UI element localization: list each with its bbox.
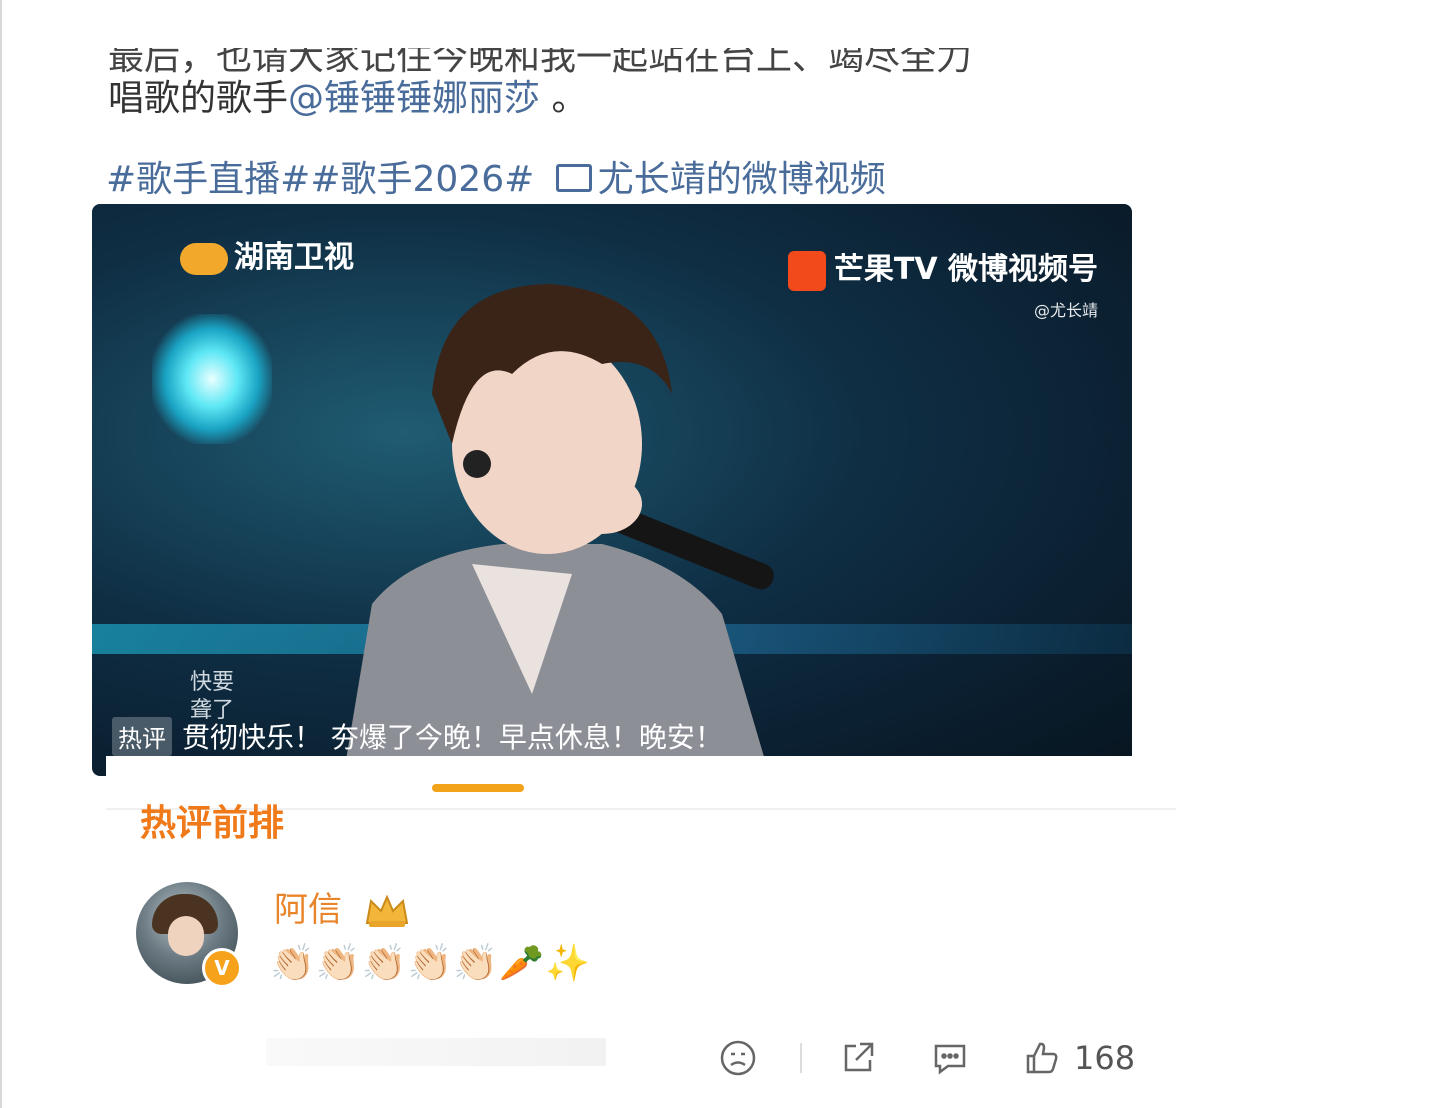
username-text: 阿信 [274,890,342,930]
verified-v-icon: V [202,948,242,988]
faded-meta [266,1038,606,1066]
post-text-prefix: 唱歌的歌手 [108,78,289,119]
channel-logo: 湖南卫视 [180,232,354,276]
comment-bubble-icon [934,1044,966,1075]
brand-handle: @尤长靖 [1033,300,1098,320]
comment-text: 👏🏻👏🏻👏🏻👏🏻👏🏻🥕✨ [270,943,591,984]
hashtag-line: #歌手直播##歌手2026# 尤长靖的微博视频 [106,150,886,202]
comment-actions: 168 [718,1034,1135,1082]
crown-badge-icon [365,893,409,927]
stage-spotlight [152,314,272,444]
video-link[interactable]: 尤长靖的微博视频 [555,159,886,200]
comment-username[interactable]: 阿信 [274,882,411,931]
frown-face-icon [720,1040,756,1076]
brand-name: 芒果TV 微博视频号 [833,252,1098,287]
post-text-suffix: 。 [540,78,588,119]
singer-figure [343,284,774,776]
hashtag-links[interactable]: #歌手直播##歌手2026# [106,159,534,200]
video-player[interactable]: 湖南卫视 芒果TV 微博视频号 @尤长靖 快要聋了 热评 贯彻快乐！ 夯爆了今晚！… [92,204,1132,776]
post-text-cut-line: 最后，也请大家记住今晚和我一起站在台上、竭尽全力 [108,48,973,74]
video-camera-icon [555,164,592,192]
thumbs-up-icon [1026,1042,1058,1074]
mention-link[interactable]: @锤锤锤娜丽莎 [288,78,540,119]
hot-tag: 热评 [112,717,172,756]
channel-name: 湖南卫视 [234,240,354,275]
mango-tv-mark-icon [787,250,826,291]
like-button[interactable]: 168 [1022,1038,1135,1078]
comments-panel: 热评前排 V 阿信 👏🏻👏🏻👏🏻👏🏻👏🏻🥕✨ 168 [106,756,1176,1108]
hot-comment-text: 贯彻快乐！ 夯爆了今晚！早点休息！晚安！ [182,721,723,754]
comment-button[interactable] [930,1038,970,1078]
frown-face-button[interactable] [718,1038,758,1078]
section-title: 热评前排 [140,803,285,844]
left-edge-divider [0,0,2,1108]
hunan-tv-mark-icon [180,242,228,275]
video-link-label: 尤长靖的微博视频 [597,159,886,200]
like-count: 168 [1074,1039,1136,1077]
action-separator [800,1043,802,1073]
brand-watermark: 芒果TV 微博视频号 @尤长靖 [787,244,1098,321]
avatar-face [168,916,204,956]
share-button[interactable] [838,1038,878,1078]
drag-handle[interactable] [432,784,524,792]
post-text-line2: 唱歌的歌手@锤锤锤娜丽莎 。 [108,74,1128,124]
share-icon [844,1042,874,1072]
post-text: 最后，也请大家记住今晚和我一起站在台上、竭尽全力 唱歌的歌手@锤锤锤娜丽莎 。 [108,48,1128,124]
